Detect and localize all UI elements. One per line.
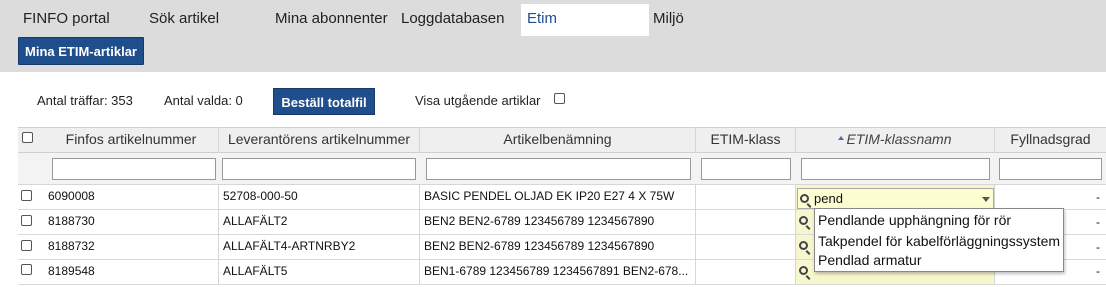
- cell-supplier: ALLAFÄLT4-ARTNRBY2: [219, 235, 420, 259]
- chevron-down-icon[interactable]: [982, 197, 990, 202]
- cell-name: BEN2 BEN2-6789 123456789 1234567890: [420, 235, 696, 259]
- hit-count: Antal träffar: 353: [37, 93, 133, 108]
- cell-etim-class: [696, 235, 796, 259]
- search-icon: [800, 194, 809, 203]
- autocomplete-option[interactable]: Pendlad armatur: [818, 250, 922, 270]
- search-icon: [799, 216, 808, 225]
- column-header-name[interactable]: Artikelbenämning: [420, 127, 696, 153]
- cell-supplier: ALLAFÄLT2: [219, 210, 420, 234]
- column-header-etim-name[interactable]: ETIM-klassnamn: [796, 127, 995, 153]
- etim-name-combobox[interactable]: pend: [797, 188, 994, 209]
- nav-etim[interactable]: Etim: [521, 4, 649, 36]
- nav-finfo-portal[interactable]: FINFO portal: [23, 4, 110, 36]
- filter-fill-input[interactable]: [999, 158, 1102, 180]
- nav-sok-artikel[interactable]: Sök artikel: [149, 4, 219, 36]
- cell-finfo: 8188730: [44, 210, 219, 234]
- row-checkbox[interactable]: [21, 215, 32, 226]
- search-icon: [799, 266, 808, 275]
- nav-mina-abonnenter[interactable]: Mina abonnenter: [275, 4, 388, 36]
- sort-ascending-icon: [838, 136, 845, 141]
- row-checkbox[interactable]: [21, 190, 32, 201]
- column-header-supplier[interactable]: Leverantörens artikelnummer: [219, 127, 420, 153]
- column-header-fill[interactable]: Fyllnadsgrad: [995, 127, 1106, 153]
- show-outgoing-checkbox[interactable]: [554, 93, 565, 104]
- cell-finfo: 8189548: [44, 260, 219, 284]
- cell-name: BEN1-6789 123456789 1234567891 BEN2-678.…: [420, 260, 696, 284]
- cell-fill: -: [1096, 190, 1100, 204]
- filter-etim-name-input[interactable]: [801, 158, 990, 180]
- autocomplete-option[interactable]: Takpendel för kabelförläggningssystem: [818, 231, 1060, 251]
- column-header-etim-class[interactable]: ETIM-klass: [696, 127, 796, 153]
- cell-name: BEN2 BEN2-6789 123456789 1234567890: [420, 210, 696, 234]
- filter-supplier-input[interactable]: [222, 158, 416, 180]
- search-icon: [799, 241, 808, 250]
- cell-etim-class: [696, 260, 796, 284]
- cell-fill: -: [1096, 240, 1100, 254]
- cell-fill: -: [1096, 264, 1100, 278]
- cell-etim-class: [696, 185, 796, 209]
- cell-fill: -: [1096, 215, 1100, 229]
- column-header-finfo[interactable]: Finfos artikelnummer: [44, 127, 219, 153]
- row-checkbox[interactable]: [21, 264, 32, 275]
- autocomplete-dropdown: Pendlande upphängning för rör Takpendel …: [814, 208, 1064, 272]
- filter-finfo-input[interactable]: [52, 158, 216, 180]
- mina-etim-artiklar-button[interactable]: Mina ETIM-artiklar: [18, 37, 144, 65]
- cell-name: BASIC PENDEL OLJAD EK IP20 E27 4 X 75W: [420, 185, 696, 209]
- cell-finfo: 6090008: [44, 185, 219, 209]
- etim-name-query[interactable]: pend: [814, 189, 843, 208]
- row-checkbox[interactable]: [21, 240, 32, 251]
- autocomplete-option[interactable]: Pendlande upphängning för rör: [818, 210, 1011, 230]
- filter-etim-class-input[interactable]: [701, 158, 791, 180]
- cell-supplier: ALLAFÄLT5: [219, 260, 420, 284]
- cell-etim-class: [696, 210, 796, 234]
- cell-supplier: 52708-000-50: [219, 185, 420, 209]
- order-total-file-button[interactable]: Beställ totalfil: [273, 88, 375, 115]
- select-all-checkbox[interactable]: [22, 132, 33, 143]
- selected-count: Antal valda: 0: [164, 93, 243, 108]
- filter-name-input[interactable]: [426, 158, 691, 180]
- show-outgoing-label: Visa utgående artiklar: [415, 93, 541, 108]
- cell-finfo: 8188732: [44, 235, 219, 259]
- nav-loggdatabasen[interactable]: Loggdatabasen: [401, 4, 504, 36]
- column-header-etim-name-label: ETIM-klassnamn: [846, 131, 952, 147]
- nav-miljo[interactable]: Miljö: [653, 4, 684, 36]
